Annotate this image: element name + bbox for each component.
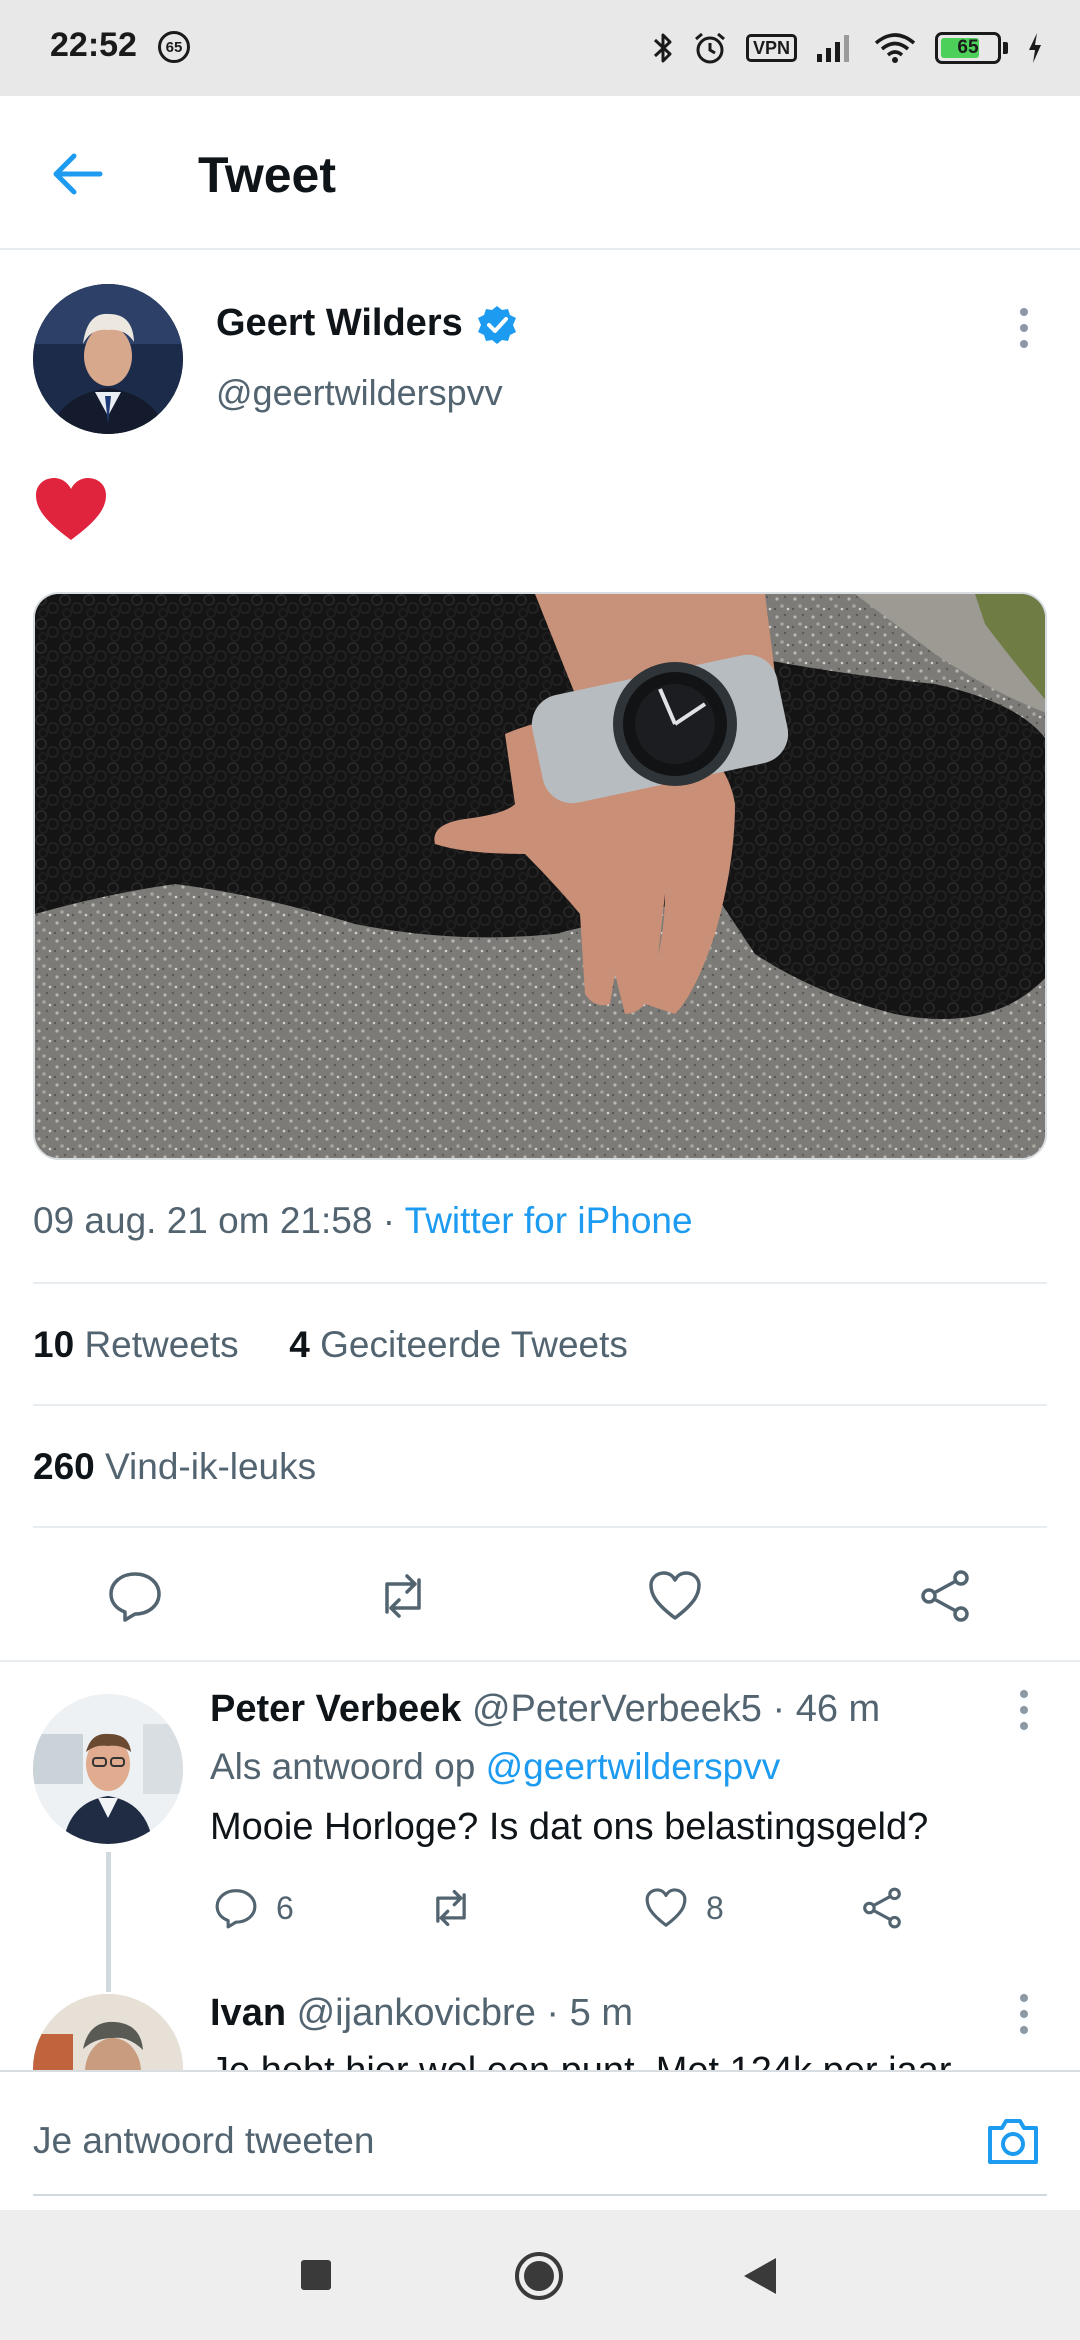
reply-to-context: Als antwoord op @geertwilderspvv [210, 1746, 780, 1788]
composer-underline [33, 2194, 1047, 2196]
top-app-bar: Tweet [0, 96, 1080, 250]
reply-author-name[interactable]: Peter Verbeek [210, 1688, 461, 1730]
like-heart-icon[interactable] [647, 1568, 703, 1624]
author-handle[interactable]: @geertwilderspvv [216, 372, 503, 414]
verified-badge-icon [478, 306, 516, 344]
avatar-portrait [33, 284, 183, 434]
reply-like-count: 8 [706, 1889, 724, 1926]
retweet-stats-row: 10 Retweets 4 Geciteerde Tweets [33, 1324, 628, 1366]
battery-cap [1003, 42, 1008, 54]
signal-icon [817, 35, 849, 62]
status-bar: 22:52 65 VPN 65 [0, 0, 1080, 96]
more-options-icon[interactable] [1016, 1992, 1032, 2036]
retweet-icon[interactable] [375, 1568, 431, 1624]
divider [33, 1282, 1047, 1284]
more-options-icon[interactable] [1016, 1688, 1032, 1732]
reply-like-button[interactable]: 8 [644, 1880, 724, 1936]
reply-input[interactable]: Je antwoord tweeten [33, 2120, 374, 2162]
home-circle-icon[interactable] [513, 2250, 565, 2302]
status-time: 22:52 [50, 26, 137, 64]
page-title: Tweet [198, 147, 336, 203]
bluetooth-icon [653, 33, 672, 63]
tweet-timestamp-row: 09 aug. 21 om 21:58 · Twitter for iPhone [33, 1200, 693, 1242]
system-navigation-bar [0, 2210, 1080, 2340]
tweet-action-bar [0, 1540, 1080, 1660]
likes-label: Vind-ik-leuks [105, 1446, 317, 1487]
red-heart-icon [36, 478, 106, 540]
wifi-icon [874, 33, 916, 63]
retweets-label: Retweets [84, 1324, 239, 1365]
likes-count: 260 [33, 1446, 95, 1487]
reply-author-handle[interactable]: @ijankovicbre [297, 1992, 536, 2034]
reply-share-button[interactable] [860, 1880, 904, 1936]
reply-reply-count: 6 [276, 1889, 294, 1926]
quotes-stat[interactable]: 4 Geciteerde Tweets [289, 1324, 628, 1365]
more-options-icon[interactable] [1016, 306, 1032, 350]
reply-reply-button[interactable]: 6 [214, 1880, 294, 1936]
share-icon [863, 1887, 901, 1929]
likes-stat[interactable]: 260 Vind-ik-leuks [33, 1446, 316, 1488]
avatar-portrait [33, 1694, 183, 1844]
back-triangle-icon[interactable] [742, 2256, 778, 2296]
divider [0, 1660, 1080, 1662]
like-heart-icon [645, 1888, 687, 1927]
thread-connector-line [106, 1852, 111, 1992]
reply-header: Ivan @ijankovicbre · 5 m [210, 1992, 633, 2034]
quotes-count: 4 [289, 1324, 310, 1365]
author-avatar[interactable] [33, 284, 183, 434]
share-icon[interactable] [917, 1568, 973, 1624]
reply-author-name[interactable]: Ivan [210, 1992, 286, 2034]
battery-percent: 65 [957, 37, 979, 58]
tweet-source-link[interactable]: Twitter for iPhone [405, 1200, 693, 1241]
reply-to-prefix: Als antwoord op [210, 1746, 476, 1787]
reply-author-handle[interactable]: @PeterVerbeek5 [472, 1688, 762, 1730]
battery-icon: 65 [935, 32, 1001, 64]
retweet-icon [436, 1889, 466, 1927]
retweets-count: 10 [33, 1324, 75, 1365]
reply-retweet-button[interactable] [428, 1880, 474, 1936]
reply-composer: Je antwoord tweeten [0, 2070, 1080, 2210]
photo-hand-with-watch-on-dog [35, 594, 1045, 1158]
reply-time: 5 m [569, 1992, 633, 2034]
status-icons: VPN 65 [652, 26, 1044, 70]
quotes-label: Geciteerde Tweets [320, 1324, 628, 1365]
notification-count-badge: 65 [158, 31, 190, 63]
reply-action-bar: 6 8 [210, 1880, 1020, 1940]
divider [33, 1404, 1047, 1406]
reply-icon [215, 1889, 257, 1929]
arrow-left-icon[interactable] [48, 144, 108, 204]
tweet-timestamp: 09 aug. 21 om 21:58 [33, 1200, 373, 1241]
tweet-photo[interactable] [33, 592, 1047, 1160]
recents-square-icon[interactable] [299, 2258, 333, 2292]
reply-avatar[interactable] [33, 1694, 183, 1844]
separator-dot: · [372, 1200, 405, 1241]
retweets-stat[interactable]: 10 Retweets [33, 1324, 239, 1365]
reply-time: 46 m [795, 1688, 881, 1730]
reply-icon[interactable] [107, 1568, 163, 1624]
reply-header: Peter Verbeek @PeterVerbeek5 · 46 m [210, 1688, 881, 1730]
alarm-icon [695, 32, 725, 64]
reply-text: Mooie Horloge? Is dat ons belastingsgeld… [210, 1806, 929, 1848]
charging-icon [1029, 33, 1041, 63]
author-name[interactable]: Geert Wilders [216, 302, 463, 345]
camera-icon[interactable] [984, 2112, 1042, 2170]
vpn-icon: VPN [745, 34, 797, 62]
reply-to-mention[interactable]: @geertwilderspvv [486, 1746, 781, 1787]
divider [33, 1526, 1047, 1528]
